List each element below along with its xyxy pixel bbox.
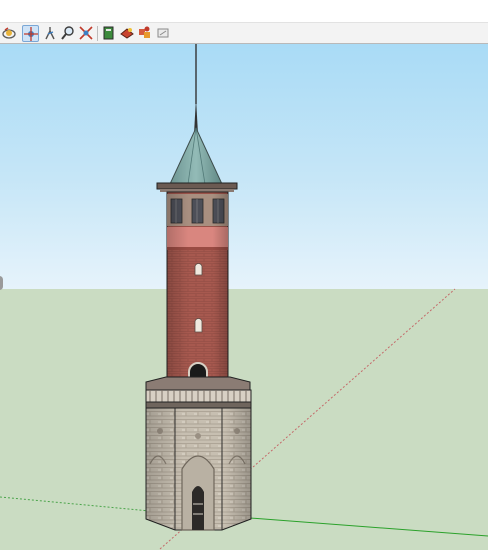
zoom-tool[interactable] [60,25,77,42]
materials-tool[interactable] [119,25,136,42]
tower-model [0,44,488,550]
orbit-tool[interactable] [1,25,18,42]
model-info-tool[interactable] [101,25,118,42]
toolbar-separator [97,26,98,41]
camera-toolbar [0,22,488,44]
viewport-edge-handle [0,276,3,290]
zoom-extents-tool[interactable] [78,25,95,42]
green-axis-line [249,517,488,537]
walk-tool[interactable] [42,25,59,42]
styles-tool[interactable] [155,25,172,42]
model-viewport[interactable] [0,44,488,550]
green-axis-dashed [0,496,151,512]
pan-tool[interactable] [22,25,39,42]
components-tool[interactable] [137,25,154,42]
title-strip [0,0,488,22]
